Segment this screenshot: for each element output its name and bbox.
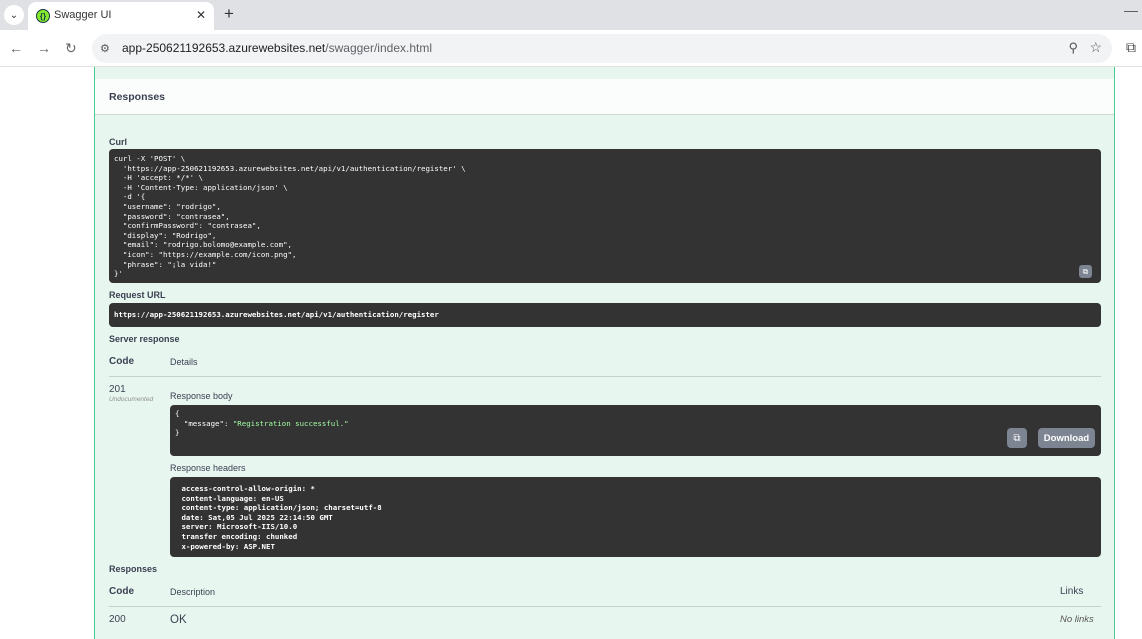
curl-line: -d '{ — [114, 192, 146, 202]
zoom-icon[interactable]: ⚲ — [1068, 40, 1078, 56]
response-header-line: transfer encoding: chunked — [177, 531, 302, 541]
curl-line: "icon": "https://example.com/icon.png", — [114, 249, 297, 259]
table-col-description: Description — [170, 587, 216, 597]
post-operation-block: Responses Curl curl -X 'POST' \ 'https:/… — [94, 67, 1115, 639]
response-body-label: Response body — [170, 391, 233, 401]
table-row-description: OK — [170, 614, 187, 626]
response-header-line: access-control-allow-origin: * — [177, 484, 320, 493]
address-bar[interactable]: ⚙ app-250621192653.azurewebsites.net/swa… — [92, 34, 1112, 63]
request-url-block[interactable]: https://app-250621192653.azurewebsites.n… — [109, 303, 1101, 327]
response-headers-label: Response headers — [170, 463, 246, 473]
response-header-line: server: Microsoft-IIS/10.0 — [177, 522, 302, 532]
back-arrow-icon[interactable]: ← — [9, 40, 23, 56]
response-body-line: { — [175, 409, 180, 418]
close-tab-icon[interactable]: ✕ — [196, 8, 206, 22]
minimize-icon[interactable]: — — [1124, 2, 1138, 18]
curl-line: "username": "rodrigo", — [114, 201, 221, 211]
table-row-links: No links — [1060, 614, 1094, 625]
browser-tab-bar: ⌄ {} Swagger UI ✕ + — — [0, 0, 1142, 30]
divider — [109, 376, 1101, 377]
curl-line: "confirmPassword": "contrasea", — [114, 221, 261, 231]
curl-line: "phrase": "¡la vida!" — [114, 259, 217, 269]
site-info-icon[interactable]: ⚙ — [100, 42, 110, 55]
table-row-code: 200 — [109, 614, 126, 625]
server-response-label: Server response — [109, 334, 180, 344]
table-col-code: Code — [109, 586, 134, 597]
curl-label: Curl — [109, 137, 127, 147]
curl-line: }' — [114, 269, 123, 279]
responses-header: Responses — [95, 79, 1114, 115]
responses-title: Responses — [109, 91, 166, 103]
undocumented-note: Undocumented — [109, 396, 154, 403]
response-body-line: "message": "Registration successful." — [175, 418, 349, 428]
copy-response-body-icon[interactable]: ⧉ — [1007, 428, 1027, 448]
curl-line: "email": "rodrigo.bolomo@example.com", — [114, 240, 292, 250]
response-header-line: x-powered-by: ASP.NET — [177, 541, 280, 551]
curl-line: 'https://app-250621192653.azurewebsites.… — [114, 163, 466, 173]
col-code-header: Code — [109, 356, 134, 367]
reload-icon[interactable]: ↻ — [65, 40, 77, 57]
curl-line: -H 'Content-Type: application/json' \ — [114, 182, 288, 192]
browser-tab[interactable]: {} Swagger UI ✕ — [28, 2, 214, 30]
forward-arrow-icon[interactable]: → — [37, 40, 51, 56]
copy-curl-icon[interactable]: ⧉ — [1079, 265, 1092, 278]
curl-line: "display": "Rodrigo", — [114, 230, 217, 240]
col-details-header: Details — [170, 357, 198, 367]
curl-line: curl -X 'POST' \ — [114, 154, 186, 163]
swagger-favicon-icon: {} — [36, 9, 50, 23]
tab-title: Swagger UI — [54, 9, 112, 21]
response-body-block[interactable]: { "message": "Registration successful."} — [170, 405, 1101, 456]
responses-table-label: Responses — [109, 564, 158, 574]
new-tab-icon[interactable]: + — [224, 4, 234, 24]
curl-line: "password": "contrasea", — [114, 211, 230, 221]
curl-code-block[interactable]: curl -X 'POST' \ 'https://app-2506211926… — [109, 149, 1101, 283]
response-body-line: } — [175, 428, 180, 438]
url-text[interactable]: app-250621192653.azurewebsites.net/swagg… — [122, 41, 432, 55]
bookmark-star-icon[interactable]: ☆ — [1089, 39, 1102, 56]
download-button[interactable]: Download — [1038, 428, 1095, 448]
extensions-puzzle-icon[interactable]: ⧉ — [1126, 39, 1136, 56]
swagger-page: Responses Curl curl -X 'POST' \ 'https:/… — [0, 67, 1142, 639]
response-headers-block[interactable]: access-control-allow-origin: * content-l… — [170, 477, 1101, 557]
curl-line: -H 'accept: */*' \ — [114, 173, 203, 183]
response-header-line: content-type: application/json; charset=… — [177, 503, 387, 513]
tab-search-chevron-icon[interactable]: ⌄ — [4, 5, 24, 25]
divider — [109, 606, 1101, 607]
request-url-label: Request URL — [109, 290, 166, 300]
table-col-links: Links — [1060, 586, 1084, 597]
response-header-line: content-language: en-US — [177, 493, 289, 503]
response-header-line: date: Sat,05 Jul 2025 22:14:50 GMT — [177, 512, 338, 522]
browser-toolbar: ← → ↻ ⚙ app-250621192653.azurewebsites.n… — [0, 30, 1142, 67]
response-status-code: 201 — [109, 384, 126, 395]
